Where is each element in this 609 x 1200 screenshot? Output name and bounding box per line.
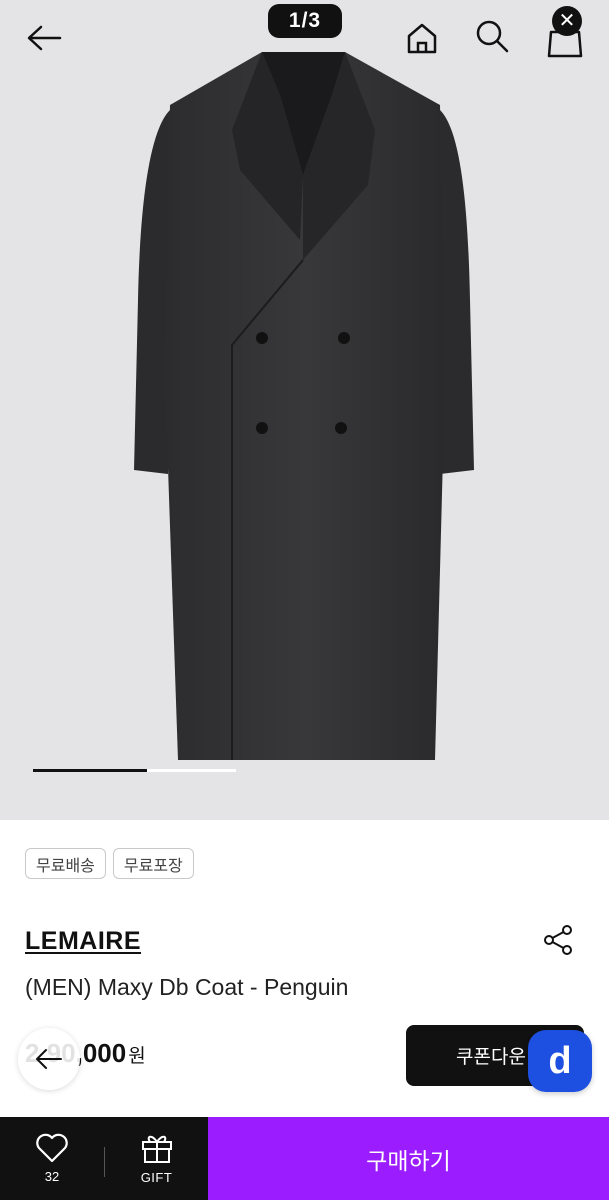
floating-back-button[interactable]: [18, 1028, 80, 1090]
home-button[interactable]: [400, 16, 444, 60]
gift-icon: [141, 1135, 172, 1163]
search-button[interactable]: [470, 14, 514, 58]
gift-label: GIFT: [140, 1170, 173, 1185]
top-navigation-bar: 1/3 ✕: [0, 0, 609, 78]
gallery-progress-bar: [33, 769, 236, 772]
like-count: 32: [44, 1169, 60, 1184]
close-button[interactable]: ✕: [552, 6, 582, 36]
like-button[interactable]: 32: [0, 1117, 104, 1200]
coupon-download-label: 쿠폰다운: [456, 1046, 526, 1068]
product-image-gallery[interactable]: 1/3 ✕: [0, 0, 609, 820]
back-button[interactable]: [20, 16, 68, 60]
gift-button[interactable]: GIFT: [105, 1117, 208, 1200]
back-arrow-icon: [36, 1049, 62, 1069]
bottom-action-bar: 32 GIFT 구매하기: [0, 1117, 609, 1200]
product-image: [134, 52, 474, 760]
close-icon: ✕: [558, 10, 576, 32]
buy-button-label: 구매하기: [366, 1148, 451, 1175]
back-arrow-icon: [27, 25, 62, 51]
heart-icon: [36, 1133, 68, 1163]
tag-free-shipping: 무료배송: [25, 848, 106, 879]
search-icon: [476, 20, 509, 53]
benefit-tags: 무료배송 무료포장: [25, 848, 194, 879]
app-floating-badge[interactable]: d: [528, 1030, 592, 1092]
app-logo-icon: d: [548, 1039, 572, 1082]
home-icon: [407, 23, 437, 54]
share-button[interactable]: [538, 920, 578, 960]
buy-button[interactable]: 구매하기: [208, 1117, 609, 1200]
gallery-progress-fill: [33, 769, 147, 772]
image-counter: 1/3: [268, 4, 342, 38]
tag-free-gift-wrap: 무료포장: [112, 848, 194, 879]
share-icon: [544, 925, 572, 955]
product-title: (MEN) Maxy Db Coat - Penguin: [25, 974, 349, 1000]
brand-link[interactable]: LEMAIRE: [25, 927, 141, 956]
price-currency-unit: 원: [128, 1045, 146, 1067]
